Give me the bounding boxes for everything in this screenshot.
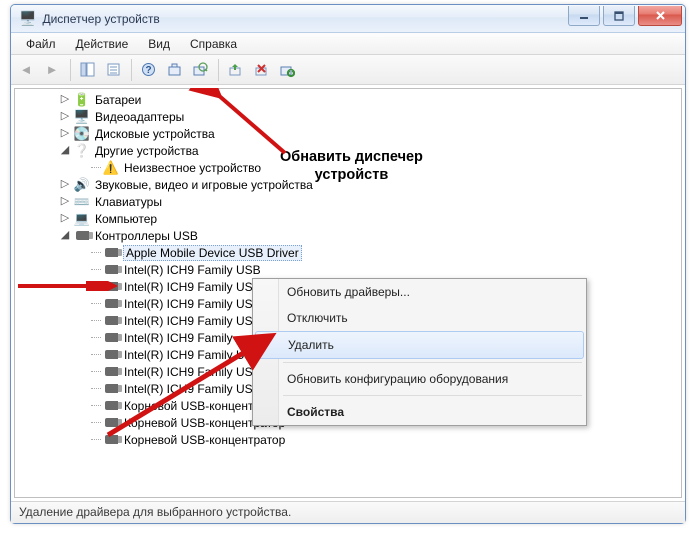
warning-icon: ⚠️ bbox=[103, 160, 119, 176]
usb-icon bbox=[103, 296, 119, 312]
context-menu-separator bbox=[283, 395, 582, 396]
expand-icon[interactable]: ▷ bbox=[59, 179, 71, 191]
usb-icon bbox=[103, 398, 119, 414]
tree-item-ich9[interactable]: Intel(R) ICH9 Family USB bbox=[19, 261, 681, 278]
ctx-properties[interactable]: Свойства bbox=[253, 399, 586, 425]
usb-icon bbox=[103, 364, 119, 380]
keyboard-icon: ⌨️ bbox=[74, 194, 90, 210]
tree-item-apple-usb[interactable]: Apple Mobile Device USB Driver bbox=[19, 244, 681, 261]
ctx-scan-hardware[interactable]: Обновить конфигурацию оборудования bbox=[253, 366, 586, 392]
tree-item-batteries[interactable]: ▷🔋Батареи bbox=[19, 91, 681, 108]
usb-icon bbox=[103, 415, 119, 431]
usb-icon bbox=[103, 381, 119, 397]
usb-icon bbox=[74, 228, 90, 244]
device-manager-window: 🖥️ Диспетчер устройств Файл Действие Вид… bbox=[10, 4, 686, 524]
disable-button[interactable] bbox=[275, 58, 299, 82]
toolbar-separator bbox=[218, 59, 219, 81]
tree-item-usb-controllers[interactable]: ◢Контроллеры USB bbox=[19, 227, 681, 244]
ctx-uninstall[interactable]: Удалить bbox=[255, 331, 584, 359]
collapse-icon[interactable]: ◢ bbox=[59, 145, 71, 157]
scan-hardware-changes-button[interactable] bbox=[188, 58, 212, 82]
context-menu[interactable]: Обновить драйверы... Отключить Удалить О… bbox=[252, 278, 587, 426]
menu-view[interactable]: Вид bbox=[139, 35, 179, 53]
maximize-button[interactable] bbox=[603, 6, 635, 26]
display-icon: 🖥️ bbox=[74, 109, 90, 125]
nav-forward-button[interactable]: ► bbox=[40, 58, 64, 82]
usb-icon bbox=[103, 262, 119, 278]
toolbar-separator bbox=[70, 59, 71, 81]
menu-help[interactable]: Справка bbox=[181, 35, 246, 53]
tree-item-keyboards[interactable]: ▷⌨️Клавиатуры bbox=[19, 193, 681, 210]
tree-item-computer[interactable]: ▷💻Компьютер bbox=[19, 210, 681, 227]
expand-icon[interactable]: ▷ bbox=[59, 213, 71, 225]
usb-icon bbox=[103, 347, 119, 363]
toolbar-separator bbox=[131, 59, 132, 81]
uninstall-button[interactable] bbox=[249, 58, 273, 82]
minimize-button[interactable] bbox=[568, 6, 600, 26]
ctx-disable[interactable]: Отключить bbox=[253, 305, 586, 331]
menu-action[interactable]: Действие bbox=[67, 35, 138, 53]
usb-icon bbox=[103, 245, 119, 261]
other-icon: ❔ bbox=[74, 143, 90, 159]
usb-icon bbox=[103, 330, 119, 346]
help-button[interactable]: ? bbox=[136, 58, 160, 82]
update-driver-button[interactable] bbox=[223, 58, 247, 82]
annotation-text: Обнавить диспечер устройств bbox=[280, 148, 423, 184]
tree-item-disks[interactable]: ▷💽Дисковые устройства bbox=[19, 125, 681, 142]
tree-item-video[interactable]: ▷🖥️Видеоадаптеры bbox=[19, 108, 681, 125]
show-hide-tree-button[interactable] bbox=[75, 58, 99, 82]
window-controls bbox=[568, 5, 685, 32]
expand-icon[interactable]: ▷ bbox=[59, 111, 71, 123]
status-bar: Удаление драйвера для выбранного устройс… bbox=[11, 501, 685, 523]
status-text: Удаление драйвера для выбранного устройс… bbox=[19, 505, 291, 519]
usb-icon bbox=[103, 432, 119, 448]
menu-file[interactable]: Файл bbox=[17, 35, 65, 53]
close-button[interactable] bbox=[638, 6, 682, 26]
expand-icon[interactable]: ▷ bbox=[59, 128, 71, 140]
app-icon: 🖥️ bbox=[19, 10, 36, 27]
expand-icon[interactable]: ▷ bbox=[59, 94, 71, 106]
properties-button[interactable] bbox=[101, 58, 125, 82]
computer-icon: 💻 bbox=[74, 211, 90, 227]
toolbar: ◄ ► ? bbox=[11, 55, 685, 85]
window-title: Диспетчер устройств bbox=[42, 12, 568, 26]
disk-icon: 💽 bbox=[74, 126, 90, 142]
usb-icon bbox=[103, 279, 119, 295]
expand-icon[interactable]: ▷ bbox=[59, 196, 71, 208]
nav-back-button[interactable]: ◄ bbox=[14, 58, 38, 82]
ctx-update-drivers[interactable]: Обновить драйверы... bbox=[253, 279, 586, 305]
title-bar: 🖥️ Диспетчер устройств bbox=[11, 5, 685, 33]
collapse-icon[interactable]: ◢ bbox=[59, 230, 71, 242]
svg-text:?: ? bbox=[145, 65, 151, 76]
context-menu-separator bbox=[283, 362, 582, 363]
scan-hardware-button[interactable] bbox=[162, 58, 186, 82]
battery-icon: 🔋 bbox=[74, 92, 90, 108]
sound-icon: 🔊 bbox=[74, 177, 90, 193]
usb-icon bbox=[103, 313, 119, 329]
menu-bar: Файл Действие Вид Справка bbox=[11, 33, 685, 55]
tree-item-root-hub[interactable]: Корневой USB-концентратор bbox=[19, 431, 681, 448]
